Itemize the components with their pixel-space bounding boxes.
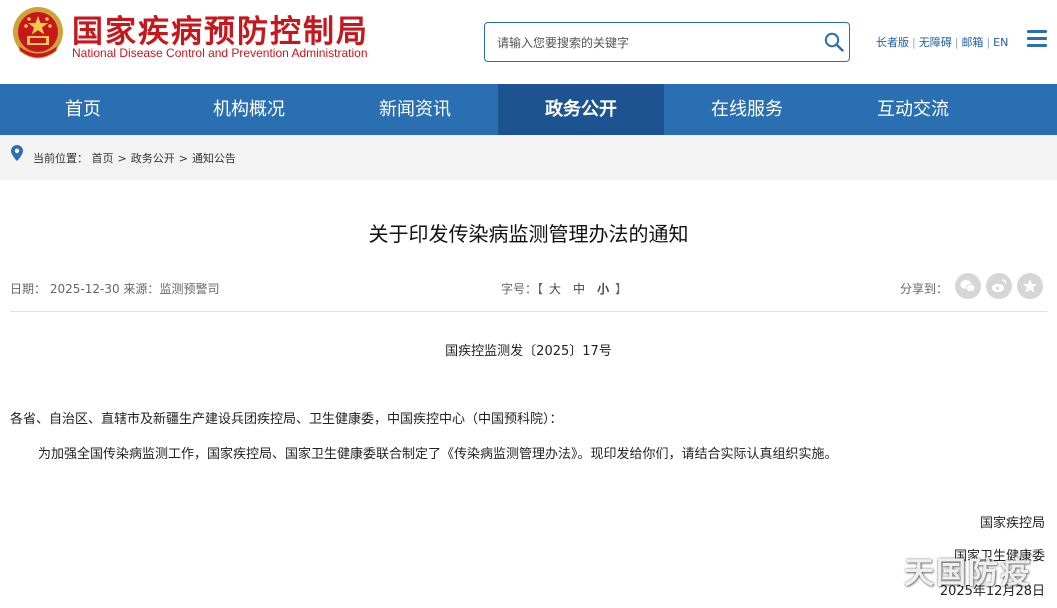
wechat-share-button[interactable]: [955, 273, 981, 299]
search-input[interactable]: [497, 32, 797, 54]
site-title[interactable]: 国家疾病预防控制局: [72, 6, 369, 51]
breadcrumb-prefix: 当前位置：: [33, 152, 88, 165]
link-separator: |: [912, 36, 916, 49]
favorite-share-button[interactable]: [1017, 273, 1043, 299]
breadcrumb-text: 当前位置： 首页 > 政务公开 > 通知公告: [33, 150, 236, 166]
wechat-icon: [960, 280, 976, 292]
link-separator: |: [954, 36, 959, 49]
location-pin-icon: [11, 145, 23, 161]
nav-item-gov-affairs[interactable]: 政务公开: [498, 84, 664, 135]
source-label: 来源：: [123, 282, 160, 296]
elderly-mode-link[interactable]: 长者版: [876, 36, 909, 49]
accessibility-link[interactable]: 无障碍: [919, 36, 952, 49]
national-emblem-icon: [13, 7, 63, 59]
font-bracket-close: 】: [615, 282, 628, 296]
main-nav: 首页 机构概况 新闻资讯 政务公开 在线服务 互动交流: [0, 84, 1057, 135]
top-links: 长者版 | 无障碍 | 邮箱 | EN: [876, 34, 1008, 50]
share-label: 分享到：: [900, 282, 949, 296]
nav-item-news[interactable]: 新闻资讯: [332, 84, 498, 135]
search-box: [484, 22, 850, 62]
signatory-disease-control: 国家疾控局: [979, 516, 1045, 531]
nav-item-interaction[interactable]: 互动交流: [830, 84, 996, 135]
nav-item-about[interactable]: 机构概况: [166, 84, 332, 135]
article-source: 监测预警司: [159, 282, 220, 296]
nav-item-online-service[interactable]: 在线服务: [664, 84, 830, 135]
recipients: 各省、自治区、直辖市及新疆生产建设兵团疾控局、卫生健康委，中国疾控中心（中国预科…: [10, 412, 563, 427]
breadcrumb-separator: >: [178, 152, 188, 165]
breadcrumb-home[interactable]: 首页: [92, 152, 114, 165]
article-title: 关于印发传染病监测管理办法的通知: [368, 222, 689, 246]
document-number: 国疾控监测发〔2025〕17号: [445, 344, 612, 359]
publish-date: 2025-12-30: [49, 282, 120, 296]
breadcrumb-gov-affairs[interactable]: 政务公开: [131, 152, 175, 165]
font-size-label: 字号：: [501, 282, 538, 296]
date-label: 日期：: [10, 282, 47, 296]
english-link[interactable]: EN: [993, 36, 1008, 49]
mailbox-link[interactable]: 邮箱: [961, 36, 983, 49]
breadcrumb-separator: >: [117, 152, 127, 165]
search-icon[interactable]: [824, 32, 844, 52]
divider: [10, 311, 1047, 312]
link-separator: |: [986, 36, 991, 49]
watermark: 天国防疫: [904, 556, 1032, 591]
font-size-medium-button[interactable]: 中: [573, 282, 585, 296]
nav-item-home[interactable]: 首页: [0, 84, 166, 135]
font-size-large-button[interactable]: 大: [549, 282, 561, 296]
font-size-small-button[interactable]: 小: [597, 282, 609, 296]
article-meta: 日期： 2025-12-30 来源：监测预警司: [10, 280, 219, 297]
favorite-icon: [1022, 279, 1038, 293]
breadcrumb: 当前位置： 首页 > 政务公开 > 通知公告: [0, 135, 1057, 180]
weibo-share-button[interactable]: [986, 273, 1012, 299]
font-bracket-open: 【: [537, 282, 544, 296]
breadcrumb-notices[interactable]: 通知公告: [192, 152, 236, 165]
weibo-icon: [992, 279, 1007, 293]
font-size-control: 字号：【大中小】: [501, 280, 627, 297]
body-paragraph: 为加强全国传染病监测工作，国家疾控局、国家卫生健康委联合制定了《传染病监测管理办…: [38, 447, 838, 462]
hamburger-menu-icon[interactable]: [1027, 30, 1047, 48]
site-subtitle-en: National Disease Control and Prevention …: [72, 46, 368, 60]
site-header: 国家疾病预防控制局 National Disease Control and P…: [0, 0, 1057, 84]
